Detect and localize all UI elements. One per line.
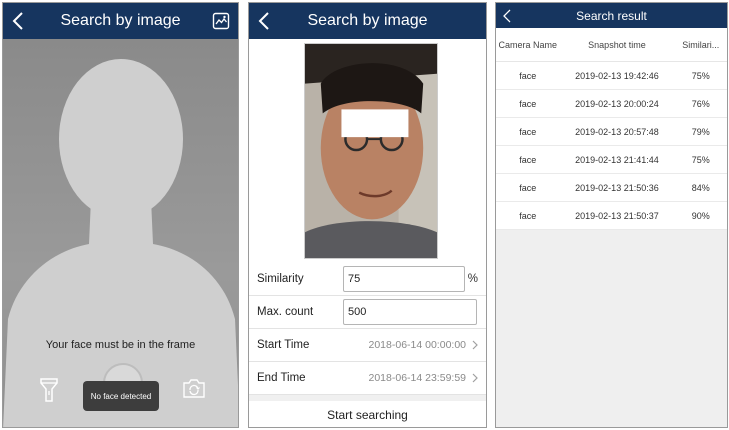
- similarity-input[interactable]: [343, 266, 465, 292]
- percent-unit: %: [467, 273, 478, 285]
- snapshot-time-cell: 2019-02-13 20:57:48: [575, 126, 659, 137]
- similarity-cell: 84%: [691, 182, 710, 193]
- photo-album-icon[interactable]: [212, 12, 230, 30]
- result-table: Camera Name Snapshot time Similari... fa…: [496, 28, 727, 230]
- table-row[interactable]: face 2019-02-13 21:50:36 84%: [496, 174, 727, 202]
- start-time-value: 2018-06-14 00:00:00: [368, 339, 467, 351]
- navbar: Search by image: [3, 3, 238, 39]
- back-icon[interactable]: [11, 11, 25, 31]
- face-photo: [304, 43, 438, 259]
- chevron-right-icon: [472, 373, 478, 383]
- similarity-cell: 75%: [691, 70, 710, 81]
- end-time-value: 2018-06-14 23:59:59: [368, 372, 467, 384]
- table-row[interactable]: face 2019-02-13 21:41:44 75%: [496, 146, 727, 174]
- capture-screen: Search by image Your face must be in the…: [2, 2, 239, 428]
- page-title: Search result: [576, 8, 647, 23]
- table-row[interactable]: face 2019-02-13 20:00:24 76%: [496, 90, 727, 118]
- camera-name-cell: face: [519, 154, 537, 165]
- camera-name-cell: face: [519, 182, 537, 193]
- back-icon[interactable]: [502, 9, 512, 23]
- snapshot-time-cell: 2019-02-13 19:42:46: [575, 70, 659, 81]
- navbar: Search by image: [249, 3, 486, 39]
- end-time-row[interactable]: End Time 2018-06-14 23:59:59: [249, 362, 486, 395]
- flashlight-icon[interactable]: [38, 377, 60, 403]
- camera-preview: Your face must be in the frame No face d…: [3, 39, 238, 427]
- snapshot-time-cell: 2019-02-13 20:00:24: [575, 98, 659, 109]
- back-icon[interactable]: [257, 11, 271, 31]
- navbar: Search result: [496, 3, 727, 28]
- snapshot-time-cell: 2019-02-13 21:50:37: [575, 210, 659, 221]
- similarity-label: Similarity: [257, 273, 304, 285]
- max-count-input[interactable]: [343, 299, 477, 325]
- max-count-row: Max. count: [249, 296, 486, 329]
- similarity-cell: 79%: [691, 126, 710, 137]
- similarity-cell: 76%: [691, 98, 710, 109]
- table-header: Camera Name Snapshot time Similari...: [496, 28, 727, 62]
- camera-name-cell: face: [519, 70, 537, 81]
- end-time-label: End Time: [257, 372, 306, 384]
- similarity-cell: 75%: [691, 154, 710, 165]
- similarity-cell: 90%: [691, 210, 710, 221]
- camera-name-cell: face: [519, 98, 537, 109]
- snapshot-time-cell: 2019-02-13 21:41:44: [575, 154, 659, 165]
- start-time-row[interactable]: Start Time 2018-06-14 00:00:00: [249, 329, 486, 362]
- similarity-row: Similarity %: [249, 263, 486, 296]
- column-header[interactable]: Camera Name: [496, 40, 559, 50]
- start-time-label: Start Time: [257, 339, 310, 351]
- search-form: Similarity % Max. count Start Time 2018-…: [249, 263, 486, 395]
- result-screen: Search result Camera Name Snapshot time …: [495, 2, 728, 428]
- snapshot-time-cell: 2019-02-13 21:50:36: [575, 182, 659, 193]
- column-header[interactable]: Snapshot time: [559, 40, 674, 50]
- search-screen: Search by image Similarity % Max. count: [248, 2, 487, 428]
- camera-name-cell: face: [519, 210, 537, 221]
- face-hint: Your face must be in the frame: [45, 339, 196, 351]
- start-searching-button[interactable]: Start searching: [249, 395, 486, 427]
- max-count-label: Max. count: [257, 306, 314, 318]
- switch-camera-icon[interactable]: [181, 375, 207, 401]
- table-row[interactable]: face 2019-02-13 19:42:46 75%: [496, 62, 727, 90]
- table-row[interactable]: face 2019-02-13 20:57:48 79%: [496, 118, 727, 146]
- table-row[interactable]: face 2019-02-13 21:50:37 90%: [496, 202, 727, 230]
- column-header[interactable]: Similari...: [674, 40, 727, 50]
- camera-name-cell: face: [519, 126, 537, 137]
- chevron-right-icon: [472, 340, 478, 350]
- page-title: Search by image: [307, 12, 428, 29]
- page-title: Search by image: [60, 12, 181, 29]
- person-photo: [305, 44, 437, 258]
- toast-message: No face detected: [83, 381, 159, 411]
